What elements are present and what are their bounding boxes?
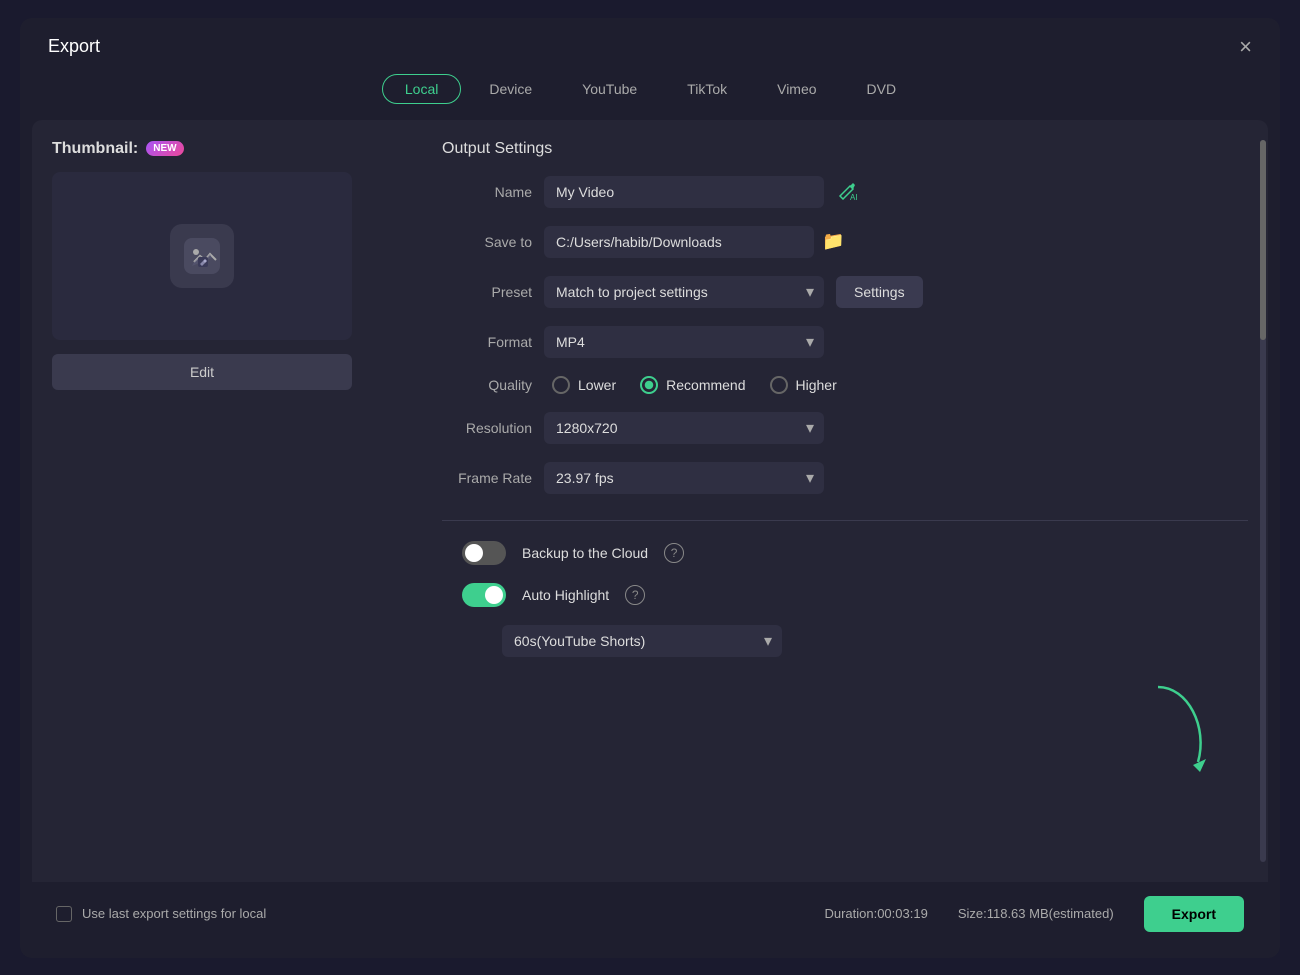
thumbnail-preview [52, 172, 352, 340]
resolution-select[interactable]: 1280x720 [544, 412, 824, 444]
tab-dvd[interactable]: DVD [845, 74, 919, 104]
output-settings-title: Output Settings [442, 140, 1248, 158]
size-info: Size:118.63 MB(estimated) [958, 906, 1114, 921]
size-label: Size: [958, 906, 987, 921]
svg-text:AI: AI [850, 193, 858, 200]
preset-select[interactable]: Match to project settings [544, 276, 824, 308]
format-select[interactable]: MP4 [544, 326, 824, 358]
framerate-select-wrap: 23.97 fps [544, 462, 824, 494]
close-button[interactable]: × [1239, 36, 1252, 58]
save-to-input-group: 📁 [544, 226, 1248, 258]
quality-higher-radio[interactable] [770, 376, 788, 394]
backup-help-icon[interactable]: ? [664, 543, 684, 563]
autohighlight-label: Auto Highlight [522, 587, 609, 603]
thumbnail-text: Thumbnail: [52, 140, 138, 158]
quality-label: Quality [442, 377, 532, 393]
arrow-annotation [1138, 677, 1218, 782]
dialog-body: Thumbnail: NEW [32, 120, 1268, 946]
autohighlight-help-icon[interactable]: ? [625, 585, 645, 605]
duration-row: 60s(YouTube Shorts) [442, 625, 1248, 657]
tab-youtube[interactable]: YouTube [560, 74, 659, 104]
duration-info: Duration:00:03:19 [824, 906, 927, 921]
dialog-title: Export [48, 36, 100, 57]
body-content: Thumbnail: NEW [32, 120, 1268, 882]
tab-tiktok[interactable]: TikTok [665, 74, 749, 104]
use-last-label: Use last export settings for local [82, 906, 266, 921]
name-row: Name AI [442, 176, 1248, 208]
framerate-select[interactable]: 23.97 fps [544, 462, 824, 494]
save-to-label: Save to [442, 234, 532, 250]
quality-radio-group: Lower Recommend Higher [552, 376, 837, 394]
folder-icon[interactable]: 📁 [822, 231, 844, 252]
resolution-row: Resolution 1280x720 [442, 412, 1248, 444]
edit-button[interactable]: Edit [52, 354, 352, 390]
tab-vimeo[interactable]: Vimeo [755, 74, 838, 104]
quality-lower-label: Lower [578, 377, 616, 393]
backup-label: Backup to the Cloud [522, 545, 648, 561]
thumbnail-icon [170, 224, 234, 288]
quality-recommend-radio[interactable] [640, 376, 658, 394]
scrollbar[interactable] [1260, 140, 1266, 862]
format-row: Format MP4 [442, 326, 1248, 358]
quality-lower[interactable]: Lower [552, 376, 616, 394]
quality-higher-label: Higher [796, 377, 837, 393]
backup-row: Backup to the Cloud ? [442, 541, 1248, 565]
settings-button[interactable]: Settings [836, 276, 923, 308]
name-label: Name [442, 184, 532, 200]
quality-row: Quality Lower Recommend Higher [442, 376, 1248, 394]
dialog-header: Export × [20, 18, 1280, 68]
quality-lower-radio[interactable] [552, 376, 570, 394]
framerate-row: Frame Rate 23.97 fps [442, 462, 1248, 494]
duration-select[interactable]: 60s(YouTube Shorts) [502, 625, 782, 657]
thumbnail-label: Thumbnail: NEW [52, 140, 412, 158]
export-dialog: Export × Local Device YouTube TikTok Vim… [20, 18, 1280, 958]
duration-select-wrap: 60s(YouTube Shorts) [502, 625, 782, 657]
ai-icon[interactable]: AI [836, 178, 858, 205]
divider [442, 520, 1248, 521]
dialog-footer: Use last export settings for local Durat… [32, 882, 1268, 946]
right-panel: Output Settings Name AI Save to 📁 [442, 140, 1248, 862]
scrollbar-thumb [1260, 140, 1266, 340]
footer-info: Duration:00:03:19 Size:118.63 MB(estimat… [824, 896, 1244, 932]
tabs-bar: Local Device YouTube TikTok Vimeo DVD [20, 68, 1280, 120]
backup-slider [462, 541, 506, 565]
format-select-wrap: MP4 [544, 326, 824, 358]
use-last-checkbox[interactable] [56, 906, 72, 922]
autohighlight-slider [462, 583, 506, 607]
tab-local[interactable]: Local [382, 74, 461, 104]
size-value: 118.63 MB(estimated) [987, 906, 1114, 921]
save-to-input[interactable] [544, 226, 814, 258]
preset-label: Preset [442, 284, 532, 300]
quality-higher[interactable]: Higher [770, 376, 837, 394]
new-badge: NEW [146, 141, 183, 156]
autohighlight-row: Auto Highlight ? [442, 583, 1248, 607]
duration-label: Duration: [824, 906, 877, 921]
save-to-row: Save to 📁 [442, 226, 1248, 258]
backup-toggle[interactable] [462, 541, 506, 565]
preset-select-wrap: Match to project settings [544, 276, 824, 308]
tab-device[interactable]: Device [467, 74, 554, 104]
autohighlight-toggle[interactable] [462, 583, 506, 607]
resolution-select-wrap: 1280x720 [544, 412, 824, 444]
quality-recommend-label: Recommend [666, 377, 745, 393]
export-button[interactable]: Export [1144, 896, 1244, 932]
resolution-label: Resolution [442, 420, 532, 436]
framerate-label: Frame Rate [442, 470, 532, 486]
quality-recommend[interactable]: Recommend [640, 376, 745, 394]
duration-value: 00:03:19 [877, 906, 928, 921]
name-input[interactable] [544, 176, 824, 208]
use-last-row: Use last export settings for local [56, 906, 266, 922]
left-panel: Thumbnail: NEW [52, 140, 412, 862]
format-label: Format [442, 334, 532, 350]
preset-row: Preset Match to project settings Setting… [442, 276, 1248, 308]
